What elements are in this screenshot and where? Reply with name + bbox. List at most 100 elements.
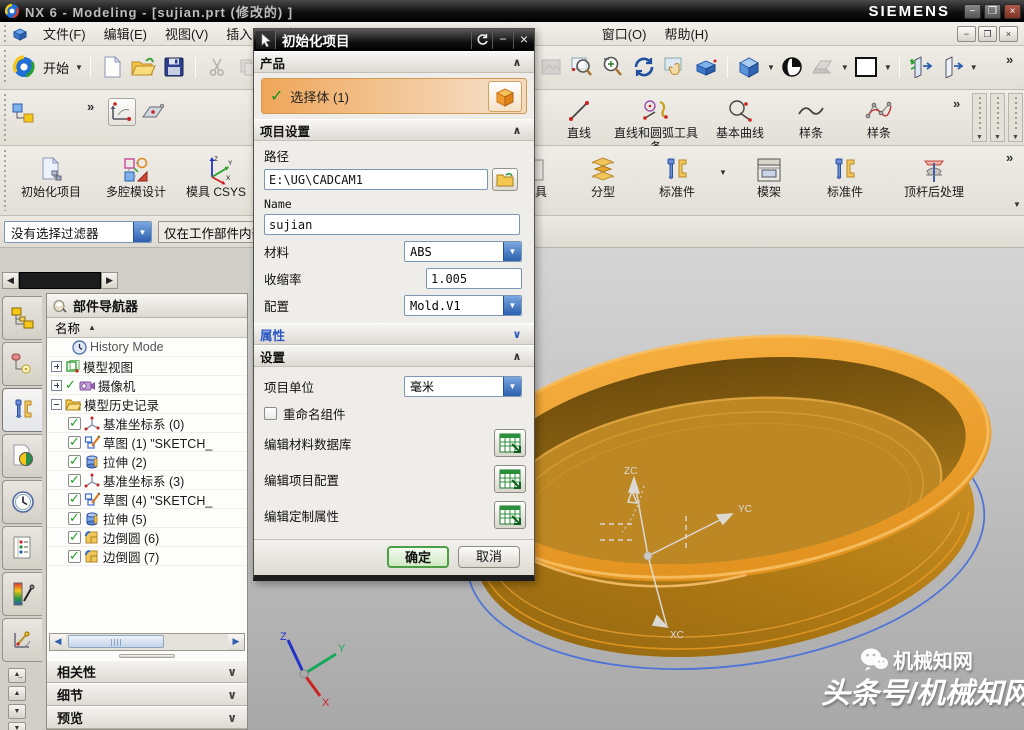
section-settings[interactable]: 设置 ∧ [254,345,534,367]
background-dropdown-arrow[interactable]: ▼ [884,63,892,72]
feature-checkbox[interactable] [68,531,81,544]
menu-window[interactable]: 窗口(O) [593,21,656,46]
chevron-up-icon[interactable]: ∧ [506,350,528,363]
path-input[interactable] [264,169,488,190]
mold-csys-button[interactable]: ZYX 模具 CSYS [180,155,252,199]
mdi-close-button[interactable]: × [999,26,1018,42]
zoom-box-button[interactable] [568,53,596,81]
clip-section-button[interactable] [907,53,935,81]
parting-button[interactable]: 分型 [574,155,632,199]
background-color-button[interactable] [852,53,880,81]
visualization-button[interactable] [809,53,837,81]
select-body-row[interactable]: ✓ 选择体 (1) [261,78,527,114]
save-button[interactable] [160,53,188,81]
selection-scope-combo[interactable]: 仅在工作部件内部 [158,221,254,243]
resource-scroll-left[interactable]: ◀ [2,272,19,289]
rotate-view-button[interactable] [630,53,658,81]
chevron-up-icon[interactable]: ∧ [506,56,528,69]
menu-help[interactable]: 帮助(H) [655,21,717,46]
tabs-scroll-up[interactable]: ▲ [8,686,26,701]
panel-details[interactable]: 细节 ∨ [47,683,247,706]
expand-icon[interactable] [51,380,62,391]
edit-custom-props-button[interactable] [494,501,526,529]
tab-reuse-library[interactable] [2,434,42,478]
chevron-down-icon[interactable]: ∨ [227,711,237,725]
select-body-button[interactable] [488,81,522,112]
collapsed-toolbar-3[interactable]: ▼ [1008,93,1023,142]
left-toolbar-overflow[interactable]: » [87,99,94,114]
nav-scroll-left[interactable]: ◀ [50,634,66,650]
window-maximize-button[interactable]: ❐ [984,4,1001,19]
menu-file[interactable]: 文件(F) [34,21,95,46]
window-close-button[interactable]: × [1004,4,1021,19]
curve-toolbar-overflow[interactable]: » [953,96,960,111]
tree-item-model-history[interactable]: 模型历史记录 [47,395,247,414]
selection-filter-combo[interactable]: 没有选择过滤器 ▼ [4,221,152,243]
sketch-in-task-button[interactable] [108,98,136,126]
dialog-drag-icon[interactable] [256,31,276,49]
menu-view[interactable]: 视图(V) [156,21,217,46]
feature-blocks-icon[interactable] [10,100,38,128]
zoom-in-out-button[interactable] [599,53,627,81]
dialog-close-button[interactable]: × [513,31,534,49]
tab-part-navigator[interactable] [2,388,42,432]
collapse-icon[interactable] [51,399,62,410]
standard-part-button-2[interactable]: 标准件 [812,155,878,199]
browse-folder-button[interactable] [492,168,518,191]
standard-part-dropdown[interactable]: ▼ [719,168,727,177]
shrinkage-input[interactable] [426,268,522,289]
spline-tool-button[interactable]: 样条 [784,96,838,140]
fit-view-button[interactable] [537,53,565,81]
menu-edit[interactable]: 编辑(E) [95,21,156,46]
tab-visual-reports[interactable] [2,572,42,616]
clip-work-section-button[interactable] [938,53,966,81]
clip-dropdown-arrow[interactable]: ▼ [970,63,978,72]
dialog-minimize-button[interactable]: − [492,31,513,49]
ejector-post-button[interactable]: 顶杆后处理 [886,155,982,199]
material-dropdown-arrow[interactable]: ▼ [503,242,521,261]
units-combo[interactable]: 毫米 ▼ [404,376,522,397]
tree-item-history-mode[interactable]: History Mode [47,338,247,357]
tab-constraint-navigator[interactable] [2,342,42,386]
tree-item-sketch-1[interactable]: 草图 (1) "SKETCH_ [47,433,247,452]
tab-roles[interactable] [2,618,42,662]
panel-preview[interactable]: 预览 ∨ [47,706,247,729]
tree-item-edge-blend-6[interactable]: 边倒圆 (6) [47,528,247,547]
units-dropdown-arrow[interactable]: ▼ [503,377,521,396]
tab-history[interactable] [2,480,42,524]
name-input[interactable] [264,214,520,235]
tree-item-extrude-5[interactable]: 拉伸 (5) [47,509,247,528]
tab-system-materials[interactable] [2,526,42,570]
tree-item-sketch-4[interactable]: 草图 (4) "SKETCH_ [47,490,247,509]
tree-item-model-views[interactable]: 模型视图 [47,357,247,376]
navigator-h-scrollbar[interactable]: ◀ ▶ [49,633,245,651]
rename-components-checkbox[interactable] [264,407,277,420]
tree-item-datum-csys-0[interactable]: 基准坐标系 (0) [47,414,247,433]
feature-checkbox[interactable] [68,455,81,468]
cut-button[interactable] [203,53,231,81]
feature-checkbox[interactable] [68,417,81,430]
start-dropdown-arrow[interactable]: ▼ [75,63,83,72]
material-combo[interactable]: ABS ▼ [404,241,522,262]
datum-plane-button[interactable] [139,98,167,126]
chevron-down-icon[interactable]: ∨ [227,665,237,679]
shaded-dropdown-arrow[interactable]: ▼ [767,63,775,72]
section-project-settings[interactable]: 项目设置 ∧ [254,119,534,141]
nav-scroll-right[interactable]: ▶ [228,634,244,650]
selection-filter-dropdown[interactable]: ▼ [133,222,151,242]
feature-checkbox[interactable] [68,550,81,563]
mold-base-button[interactable]: 模架 [740,155,798,199]
section-product[interactable]: 产品 ∧ [254,51,534,73]
initialize-project-button[interactable]: 初始化项目 [8,155,94,199]
section-properties[interactable]: 属性 ∨ [254,323,534,345]
cancel-button[interactable]: 取消 [458,546,520,568]
mold-toolbar-overflow[interactable]: » [1006,150,1013,165]
pan-view-button[interactable] [661,53,689,81]
visualization-dropdown-arrow[interactable]: ▼ [841,63,849,72]
studio-spline-button[interactable]: 样条 [852,96,906,140]
window-minimize-button[interactable]: − [964,4,981,19]
multi-cavity-button[interactable]: 多腔模设计 [98,155,174,199]
render-style-button[interactable] [778,53,806,81]
new-file-button[interactable] [98,53,126,81]
nav-scroll-thumb[interactable] [68,635,164,648]
